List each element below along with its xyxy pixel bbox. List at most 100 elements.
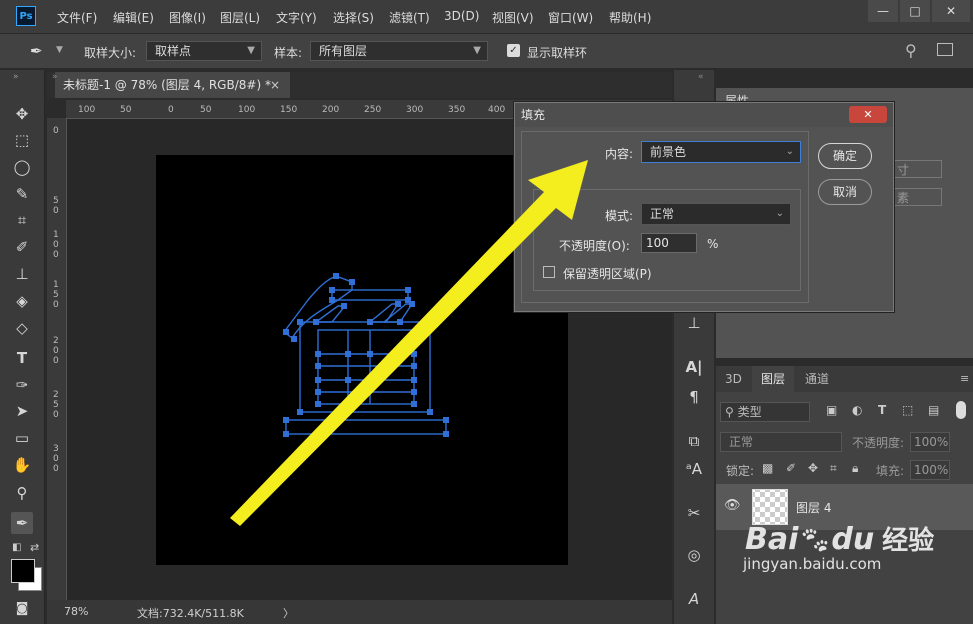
anchor-point [411, 401, 417, 407]
anchor-point [367, 319, 373, 325]
layer-filter-label: 类型 [737, 405, 762, 419]
anchor-point [297, 319, 303, 325]
layer-name[interactable]: 图层 4 [796, 499, 831, 516]
anchor-point [367, 377, 373, 383]
anchor-point [409, 301, 415, 307]
preserve-transparency-checkbox[interactable] [543, 266, 555, 278]
anchor-point [297, 409, 303, 415]
property-field[interactable]: 寸 [892, 160, 942, 178]
anchor-point [291, 336, 297, 342]
path-stroke [285, 419, 447, 435]
anchor-point [411, 377, 417, 383]
anchor-point [349, 279, 355, 285]
dialog-title: 填充 [521, 108, 546, 122]
shape-filter-icon[interactable]: ⬚ [902, 403, 913, 417]
dialog-title-bar[interactable]: 填充 [515, 103, 893, 127]
lock-artboard-icon[interactable]: ⌗ [830, 461, 837, 476]
path-stroke [313, 305, 347, 323]
anchor-point [345, 377, 351, 383]
preserve-transparency-label: 保留透明区域(P) [563, 267, 652, 281]
watermark-brand-suffix: du [831, 522, 875, 557]
content-select[interactable]: 前景色 ⌄ [641, 141, 801, 163]
opacity-unit: % [707, 237, 719, 251]
adjustment-filter-icon[interactable]: ◐ [852, 403, 862, 417]
paw-icon: 🐾︎ [798, 526, 832, 556]
path-stroke [283, 275, 337, 339]
layer-filter-select[interactable]: ⚲ 类型 [720, 402, 810, 422]
anchor-point [283, 329, 289, 335]
blend-mode-value: 正常 [729, 435, 754, 449]
cancel-button[interactable]: 取消 [818, 179, 872, 205]
paragraph-panel-icon[interactable]: ¶ [683, 386, 705, 408]
anchor-point [427, 319, 433, 325]
tab-channels[interactable]: 通道 [796, 366, 838, 392]
collapse-icon[interactable]: « [698, 72, 704, 82]
anchor-point [405, 287, 411, 293]
chevron-down-icon: ⌄ [775, 208, 784, 219]
opacity-label: 不透明度(O): [559, 239, 630, 253]
smart-object-filter-icon[interactable]: ▤ [928, 403, 939, 417]
image-filter-icon[interactable]: ▣ [826, 403, 837, 417]
lock-pixels-icon[interactable]: ▩ [762, 461, 773, 475]
anchor-point [283, 417, 289, 423]
anchor-point [315, 351, 321, 357]
opacity-input[interactable]: 100 [641, 233, 697, 253]
tab-3d[interactable]: 3D [716, 366, 751, 392]
search-icon: ⚲ [725, 405, 738, 419]
fill-input[interactable]: 100% [910, 460, 950, 480]
path-stroke [368, 303, 400, 323]
anchor-point [315, 401, 321, 407]
glyphs-panel-icon[interactable]: A [683, 588, 705, 610]
panel-menu-icon[interactable]: ≡ [960, 372, 969, 385]
anchor-point [283, 431, 289, 437]
anchor-point [397, 319, 403, 325]
clone-source-icon[interactable]: ⧉ [683, 430, 705, 452]
anchor-point [313, 319, 319, 325]
status-bar: 78% 文档:732.4K/511.8K 〉 [47, 600, 672, 624]
ok-button[interactable]: 确定 [818, 143, 872, 169]
stamp-panel-icon[interactable]: ⊥ [683, 312, 705, 334]
content-value: 前景色 [650, 145, 687, 159]
fill-dialog: 填充 ✕ 内容: 前景色 ⌄ 模式: 正常 ⌄ 不透明度(O): 100 % 保… [514, 102, 894, 312]
blend-mode-select[interactable]: 正常 [720, 432, 842, 452]
anchor-point [411, 389, 417, 395]
character-styles-icon[interactable]: ᵃA [683, 458, 705, 480]
adjustments-icon[interactable]: ◎ [683, 544, 705, 566]
anchor-point [329, 297, 335, 303]
anchor-point [443, 431, 449, 437]
chevron-down-icon: ⌄ [785, 146, 794, 157]
anchor-point [411, 363, 417, 369]
dialog-close-button[interactable]: ✕ [849, 106, 887, 123]
anchor-point [427, 409, 433, 415]
visibility-eye-icon[interactable]: 👁︎ [724, 498, 741, 513]
anchor-point [315, 363, 321, 369]
lock-position-icon[interactable]: ✥ [808, 461, 818, 475]
type-filter-icon[interactable]: T [878, 403, 886, 417]
tab-layers[interactable]: 图层 [752, 366, 795, 392]
lock-label: 锁定: [726, 464, 755, 478]
watermark-url: jingyan.baidu.com [743, 555, 882, 573]
status-menu-arrow-icon[interactable]: 〉 [283, 605, 294, 621]
layers-panel: 3D 图层 通道 ≡ ⚲ 类型 ▣ ◐ T ⬚ ▤ 正常 不透明度: 100% … [716, 366, 973, 624]
tool-presets-icon[interactable]: ✂ [683, 502, 705, 524]
lock-all-icon[interactable]: 🔒︎ [852, 461, 858, 476]
property-field[interactable]: 素 [892, 188, 942, 206]
path-stroke [317, 329, 415, 405]
filter-toggle[interactable] [956, 401, 966, 419]
anchor-point [333, 273, 339, 279]
watermark-brand: Bai [745, 522, 799, 557]
zoom-level[interactable]: 78% [64, 605, 88, 618]
anchor-point [315, 377, 321, 383]
character-panel-icon[interactable]: A| [683, 356, 705, 378]
watermark-cn: 经验 [882, 526, 935, 556]
opacity-input[interactable]: 100% [910, 432, 950, 452]
mode-value: 正常 [650, 207, 675, 221]
mode-select[interactable]: 正常 ⌄ [641, 203, 791, 225]
opacity-label: 不透明度: [852, 436, 905, 450]
anchor-point [411, 351, 417, 357]
document-info: 文档:732.4K/511.8K [137, 607, 244, 620]
anchor-point [443, 417, 449, 423]
lock-paint-icon[interactable]: ✐ [786, 461, 796, 475]
anchor-point [345, 351, 351, 357]
anchor-point [329, 287, 335, 293]
